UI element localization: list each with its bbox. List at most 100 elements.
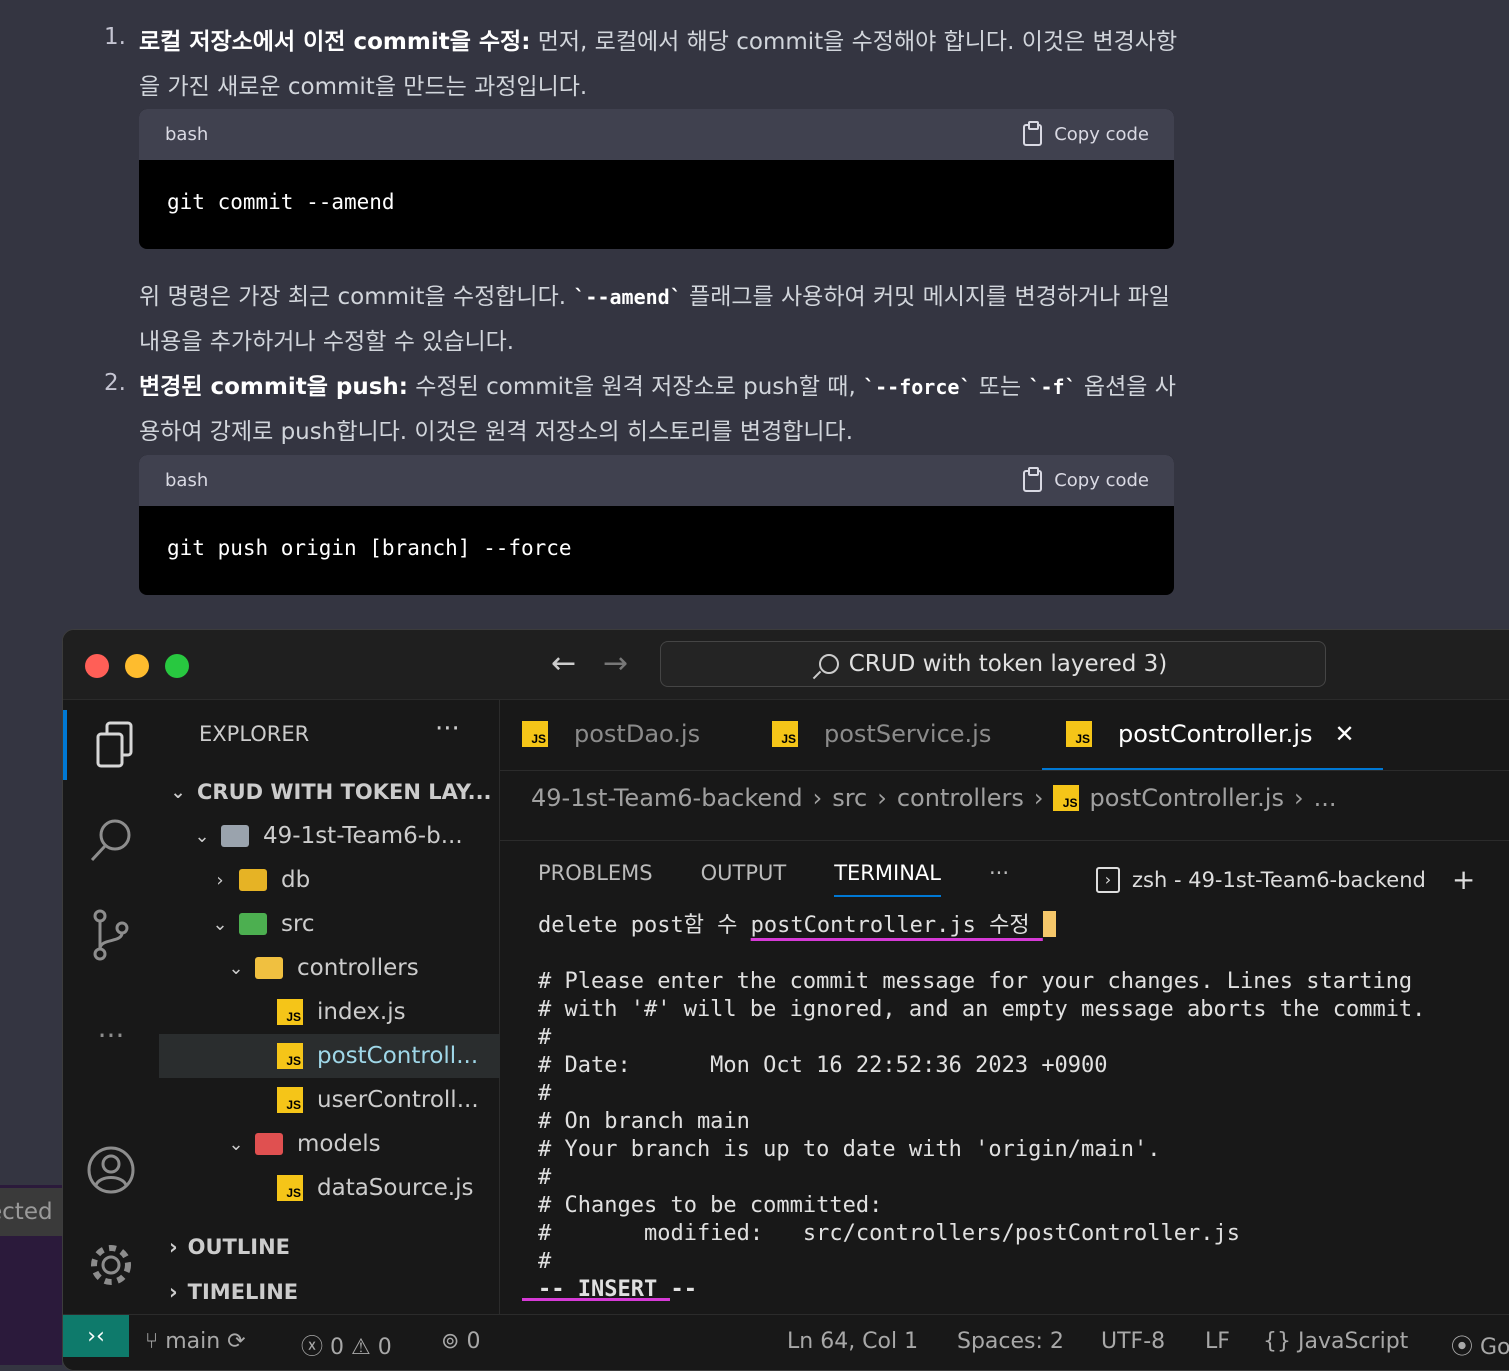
- chevron-right-icon: ›: [812, 784, 823, 812]
- new-terminal-button[interactable]: +: [1452, 863, 1475, 896]
- database-folder-icon: [239, 869, 267, 891]
- problems-status[interactable]: ⓧ 0 ⚠ 0: [301, 1329, 392, 1361]
- breadcrumb-src[interactable]: src: [832, 784, 867, 812]
- back-arrow-icon[interactable]: ←: [551, 646, 576, 681]
- outline-label: OUTLINE: [187, 1235, 291, 1259]
- breadcrumb-project[interactable]: 49-1st-Team6-backend: [531, 784, 803, 812]
- tab-label: postService.js: [824, 720, 992, 748]
- outline-section[interactable]: › OUTLINE: [169, 1235, 290, 1259]
- copy-code-button[interactable]: Copy code: [1023, 466, 1149, 492]
- item2-text-1: 수정된 commit을 원격 저장소로 push할 때,: [408, 374, 864, 400]
- terminal-selector[interactable]: › zsh - 49-1st-Team6-backend +: [1096, 863, 1475, 896]
- panel-tabs: PROBLEMS OUTPUT TERMINAL ···: [538, 861, 1009, 897]
- ports-status[interactable]: ⊚ 0: [441, 1329, 480, 1354]
- ports-count: 0: [466, 1329, 481, 1354]
- search-icon[interactable]: [63, 805, 159, 875]
- list-item-1: 로컬 저장소에서 이전 commit을 수정: 먼저, 로컬에서 해당 comm…: [139, 20, 1179, 110]
- account-icon[interactable]: [63, 1135, 159, 1205]
- source-control-icon[interactable]: [63, 900, 159, 970]
- search-icon: [818, 654, 839, 674]
- code-block-1: bash Copy code git commit --amend: [139, 109, 1174, 249]
- chevron-down-icon: ⌄: [212, 913, 228, 935]
- timeline-label: TIMELINE: [187, 1280, 299, 1304]
- terminal-line: # On branch main: [538, 1109, 750, 1134]
- tree-folder-project[interactable]: ⌄ 49-1st-Team6-b...: [159, 814, 531, 858]
- cursor-position[interactable]: Ln 64, Col 1: [787, 1329, 918, 1354]
- item1-heading: 로컬 저장소에서 이전 commit을 수정:: [139, 29, 531, 55]
- tree-label: postControll...: [317, 1043, 479, 1069]
- chevron-down-icon: ⌄: [228, 957, 244, 979]
- warning-icon: ⚠: [351, 1335, 378, 1360]
- gear-icon[interactable]: [63, 1230, 159, 1300]
- tree-label: src: [281, 911, 315, 937]
- tab-problems[interactable]: PROBLEMS: [538, 861, 653, 897]
- clipboard-icon: [1023, 466, 1043, 492]
- tab-postcontroller[interactable]: JS postController.js ✕: [1042, 700, 1383, 770]
- timeline-section[interactable]: › TIMELINE: [169, 1280, 298, 1304]
- tab-postservice[interactable]: JS postService.js: [772, 700, 991, 768]
- tree-folder-src[interactable]: ⌄ src: [159, 902, 549, 946]
- breadcrumb-file[interactable]: postController.js: [1089, 784, 1283, 812]
- chevron-down-icon: ⌄: [170, 781, 186, 803]
- list-number-2: 2.: [104, 370, 126, 396]
- encoding-status[interactable]: UTF-8: [1101, 1329, 1165, 1354]
- javascript-file-icon: JS: [277, 999, 303, 1025]
- explorer-icon[interactable]: [63, 710, 163, 780]
- more-views-icon[interactable]: ···: [63, 1000, 159, 1070]
- tab-postdao[interactable]: JS postDao.js: [522, 700, 700, 768]
- close-window-button[interactable]: [85, 654, 109, 678]
- javascript-file-icon: JS: [277, 1087, 303, 1113]
- tree-label: 49-1st-Team6-b...: [263, 823, 463, 849]
- amend-note: 위 명령은 가장 최근 commit을 수정합니다. `--amend` 플래그…: [139, 275, 1179, 365]
- explorer-sidebar: EXPLORER ··· ⌄ CRUD WITH TOKEN LAY... ⌄ …: [159, 700, 617, 1314]
- code-language: bash: [165, 124, 209, 145]
- activity-bar: ···: [63, 700, 159, 1314]
- tab-terminal[interactable]: TERMINAL: [834, 861, 941, 897]
- editor-tabs: JS postDao.js JS postService.js JS postC…: [500, 700, 1509, 771]
- terminal-icon: ›: [1096, 866, 1120, 893]
- command-center-search[interactable]: CRUD with token layered 3): [660, 641, 1326, 687]
- tab-output[interactable]: OUTPUT: [701, 861, 787, 897]
- eol-status[interactable]: LF: [1205, 1329, 1230, 1354]
- tree-folder-db[interactable]: › db: [159, 858, 549, 902]
- maximize-window-button[interactable]: [165, 654, 189, 678]
- workspace-title: CRUD with token layered 3): [848, 651, 1168, 677]
- workspace-root[interactable]: ⌄ CRUD WITH TOKEN LAY...: [159, 770, 507, 814]
- remote-indicator-icon[interactable]: ›‹: [63, 1315, 129, 1357]
- list-item-2: 변경된 commit을 push: 수정된 commit을 원격 저장소로 pu…: [139, 365, 1179, 455]
- terminal-output[interactable]: delete post함 수 postController.js 수정 # Pl…: [538, 911, 1425, 1304]
- inline-code-f: `-f`: [1028, 375, 1077, 399]
- forward-arrow-icon[interactable]: →: [603, 646, 628, 681]
- item2-text-2: 또는: [971, 374, 1029, 400]
- error-icon: ⓧ: [301, 1335, 330, 1360]
- panel-more-button[interactable]: ···: [989, 861, 1009, 897]
- branch-status[interactable]: ⑂ main ⟳: [145, 1329, 246, 1354]
- terminal-line: #: [538, 1025, 552, 1050]
- antenna-icon: ⦿: [1451, 1335, 1480, 1360]
- chevron-right-icon: ›: [169, 1235, 178, 1259]
- breadcrumb-more[interactable]: ...: [1314, 784, 1337, 812]
- explorer-more-button[interactable]: ···: [435, 714, 460, 744]
- tab-label: postDao.js: [574, 720, 701, 748]
- tree-label: db: [281, 867, 311, 893]
- language-status[interactable]: {} JavaScript: [1263, 1329, 1408, 1354]
- javascript-file-icon: JS: [277, 1043, 303, 1069]
- go-live-label: Go: [1480, 1335, 1509, 1360]
- controllers-folder-icon: [255, 957, 283, 979]
- broadcast-icon: ⊚: [441, 1329, 467, 1354]
- indentation-status[interactable]: Spaces: 2: [957, 1329, 1064, 1354]
- tree-label: index.js: [317, 999, 406, 1025]
- tree-label: userControll...: [317, 1087, 479, 1113]
- clipboard-icon: [1023, 120, 1043, 146]
- terminal-panel: PROBLEMS OUTPUT TERMINAL ··· › zsh - 49-…: [500, 840, 1509, 1315]
- terminal-cursor: [1042, 911, 1056, 937]
- close-icon[interactable]: ✕: [1334, 720, 1354, 748]
- tree-label: models: [297, 1131, 381, 1157]
- chevron-down-icon: ⌄: [194, 825, 210, 847]
- sync-icon: ⟳: [227, 1329, 246, 1354]
- go-live-status[interactable]: ⦿ Go: [1451, 1329, 1509, 1361]
- breadcrumb-controllers[interactable]: controllers: [897, 784, 1024, 812]
- minimize-window-button[interactable]: [125, 654, 149, 678]
- branch-icon: ⑂: [145, 1329, 166, 1354]
- copy-code-button[interactable]: Copy code: [1023, 120, 1149, 146]
